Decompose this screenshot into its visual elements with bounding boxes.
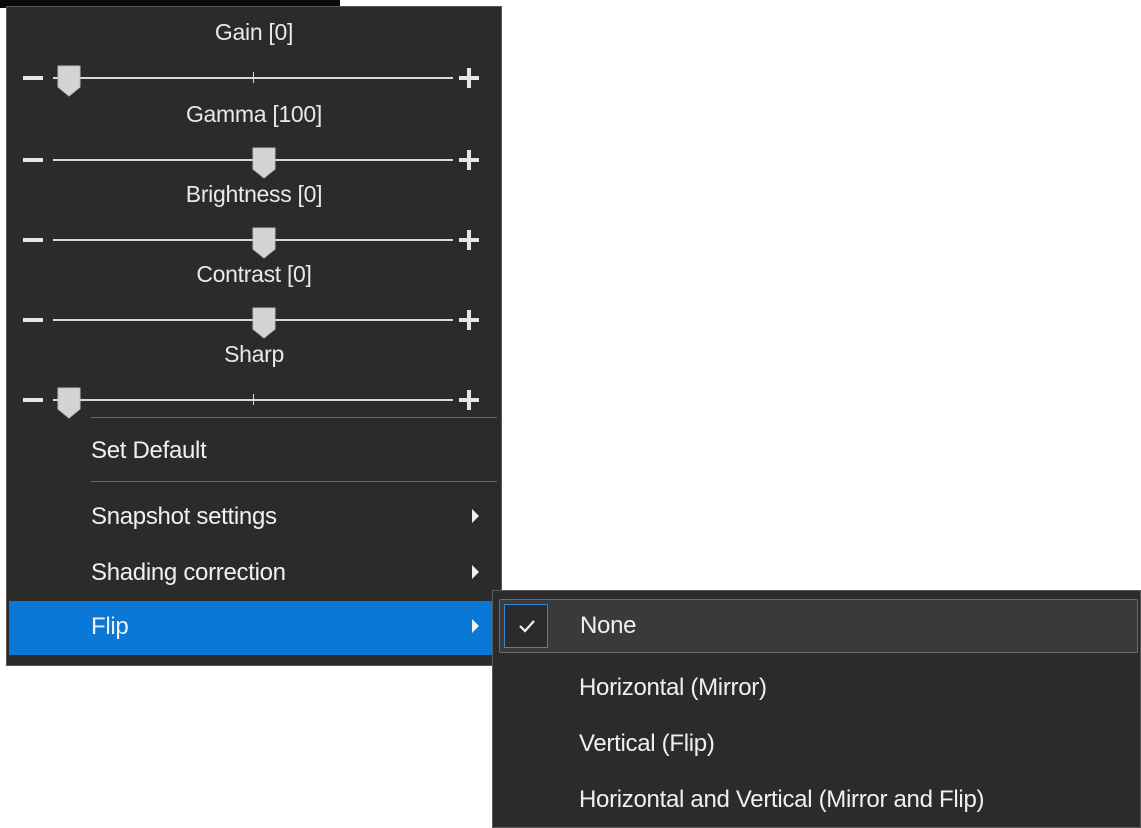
flip-label: Flip (91, 613, 129, 640)
flip-item[interactable]: Flip (9, 601, 499, 655)
chevron-right-icon (472, 509, 479, 523)
slider-label: Gamma [100] (185, 101, 323, 127)
plus-icon[interactable] (459, 310, 479, 330)
slider-label: Sharp (224, 341, 284, 367)
slider-tick (253, 394, 254, 405)
set-default-item[interactable]: Set Default (9, 425, 499, 479)
slider-brightness: Brightness [0] (7, 181, 501, 263)
slider-thumb[interactable] (57, 65, 81, 97)
minus-icon[interactable] (23, 398, 43, 402)
slider-gain: Gain [0] (7, 19, 501, 101)
minus-icon[interactable] (23, 238, 43, 242)
slider-contrast: Contrast [0] (7, 261, 501, 343)
flip-submenu: None Horizontal (Mirror) Vertical (Flip)… (492, 590, 1141, 828)
minus-icon[interactable] (23, 318, 43, 322)
flip-option-label: Horizontal (Mirror) (579, 674, 767, 701)
slider-label: Brightness [0] (185, 181, 323, 207)
slider-thumb[interactable] (252, 307, 276, 339)
plus-icon[interactable] (459, 230, 479, 250)
set-default-label: Set Default (91, 437, 207, 464)
shading-correction-item[interactable]: Shading correction (9, 547, 499, 601)
flip-option-horizontal[interactable]: Horizontal (Mirror) (499, 661, 1138, 715)
minus-icon[interactable] (23, 76, 43, 80)
flip-option-label: None (580, 612, 637, 639)
slider-tick (253, 72, 254, 83)
slider-thumb[interactable] (252, 227, 276, 259)
slider-thumb[interactable] (252, 147, 276, 179)
flip-option-none[interactable]: None (499, 599, 1138, 653)
slider-label: Contrast [0] (196, 261, 312, 287)
snapshot-settings-label: Snapshot settings (91, 503, 277, 530)
plus-icon[interactable] (459, 150, 479, 170)
chevron-right-icon (472, 565, 479, 579)
menu-separator (91, 481, 497, 482)
slider-label: Gain [0] (214, 19, 294, 45)
flip-option-vertical[interactable]: Vertical (Flip) (499, 717, 1138, 771)
flip-option-label: Horizontal and Vertical (Mirror and Flip… (579, 786, 985, 813)
slider-thumb[interactable] (57, 387, 81, 419)
menu-separator (91, 417, 497, 418)
slider-sharp: Sharp (7, 341, 501, 423)
minus-icon[interactable] (23, 158, 43, 162)
flip-option-both[interactable]: Horizontal and Vertical (Mirror and Flip… (499, 773, 1138, 827)
chevron-right-icon (472, 619, 479, 633)
plus-icon[interactable] (459, 390, 479, 410)
flip-option-label: Vertical (Flip) (579, 730, 715, 757)
slider-gamma: Gamma [100] (7, 101, 501, 183)
checkmark-icon (504, 604, 548, 648)
plus-icon[interactable] (459, 68, 479, 88)
context-menu: Gain [0] Gamma [100] Brightness [0] Cont… (6, 6, 502, 666)
snapshot-settings-item[interactable]: Snapshot settings (9, 491, 499, 545)
shading-correction-label: Shading correction (91, 559, 286, 586)
